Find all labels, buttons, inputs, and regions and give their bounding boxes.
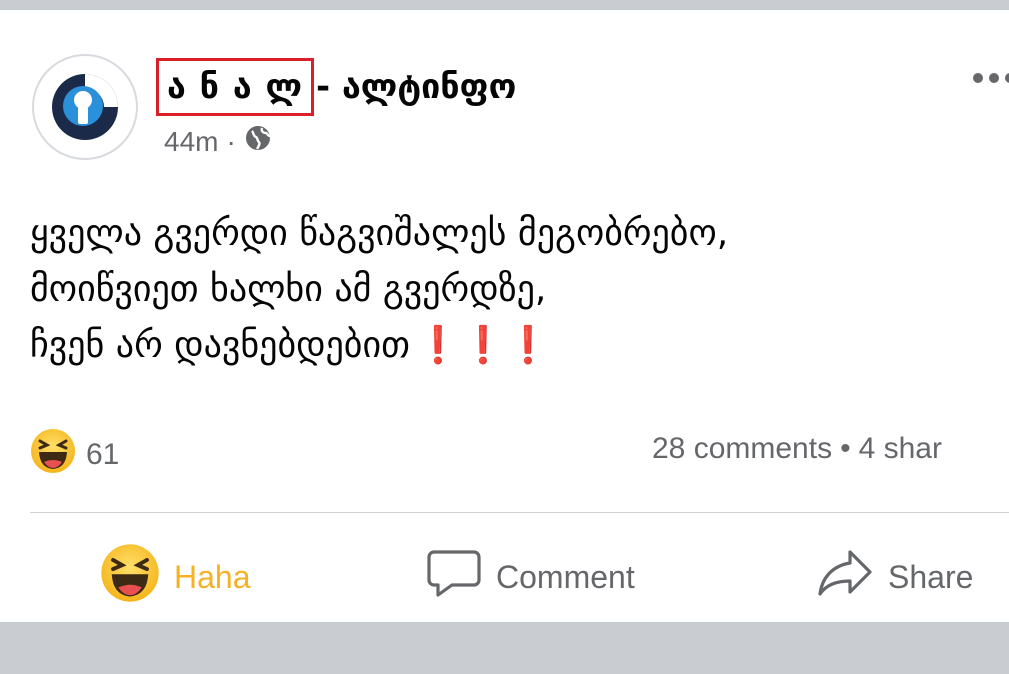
exclamation-emoji: ❗❗❗ [415, 325, 551, 366]
feed-background-top [0, 0, 1009, 10]
globe-icon [244, 124, 272, 159]
page-name-suffix[interactable]: - ალტინფო [316, 67, 516, 107]
post-body: ყველა გვერდი წაგვიშალეს მეგობრებო, მოიწვ… [30, 206, 990, 374]
shares-count-link[interactable]: 4 shar [859, 432, 942, 465]
comments-count-link[interactable]: 28 comments [652, 432, 832, 465]
haha-label: Haha [174, 558, 251, 595]
post-meta: 44m · [164, 124, 272, 159]
post-card: ა ნ ა ლ - ალტინფო 44m · ყველა გვერდი წაგ… [0, 10, 1009, 622]
next-post-gap [0, 626, 1009, 674]
share-label: Share [888, 558, 974, 595]
haha-emoji-icon [30, 428, 76, 482]
post-timestamp[interactable]: 44m [164, 126, 218, 158]
share-button[interactable]: Share [816, 542, 973, 612]
page-logo-icon [52, 74, 118, 140]
page-name-highlighted[interactable]: ა ნ ა ლ [167, 67, 303, 107]
post-line-last: ჩვენ არ დავნებდებით ❗❗❗ [30, 318, 990, 374]
engagement-stats: 28 comments • 4 shar [652, 432, 1009, 466]
meta-separator: · [226, 125, 236, 157]
reaction-summary[interactable]: 61 [30, 428, 119, 482]
page-avatar[interactable] [32, 54, 138, 160]
post-line: მოიწვიეთ ხალხი ამ გვერდზე, [30, 269, 547, 310]
haha-emoji-icon [100, 543, 160, 611]
share-icon [816, 548, 874, 606]
feed-background-bottom [0, 622, 1009, 674]
page-name-row: ა ნ ა ლ - ალტინფო [156, 52, 516, 122]
comment-label: Comment [496, 558, 635, 595]
comment-icon [426, 548, 482, 606]
post-line: ყველა გვერდი წაგვიშალეს მეგობრებო, [30, 213, 729, 254]
actions-divider [30, 512, 1009, 513]
reaction-count: 61 [86, 438, 120, 471]
haha-reaction-button[interactable]: Haha [100, 542, 251, 612]
more-options-icon[interactable] [969, 68, 1009, 88]
comment-button[interactable]: Comment [426, 542, 635, 612]
highlight-annotation-box: ა ნ ა ლ [156, 58, 315, 116]
stats-separator: • [840, 432, 851, 465]
post-line-text: ჩვენ არ დავნებდებით [30, 325, 410, 366]
